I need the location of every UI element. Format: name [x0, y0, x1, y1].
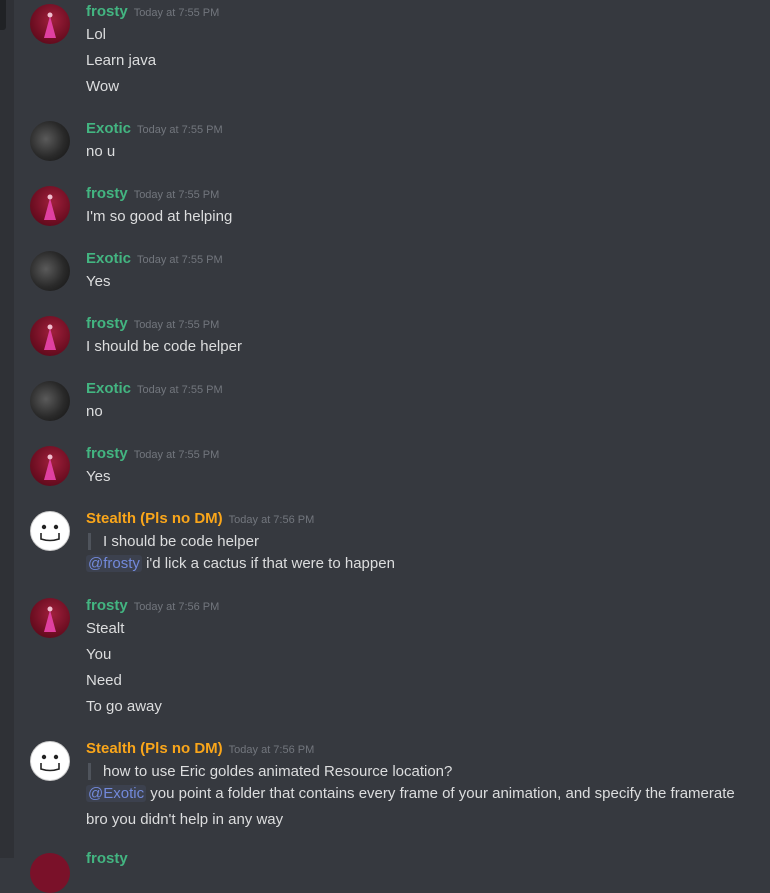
- message-text: @Exotic you point a folder that contains…: [86, 785, 735, 802]
- message-text: Learn java: [86, 52, 157, 69]
- message-list: frosty Today at 7:55 PM Lol Learn java Wo…: [14, 0, 770, 893]
- message-text: i'd lick a cactus if that were to happen: [146, 555, 395, 572]
- message-text: Stealt: [86, 620, 125, 637]
- username[interactable]: Exotic: [86, 250, 131, 267]
- message-text: Wow: [86, 78, 120, 95]
- username[interactable]: frosty: [86, 597, 128, 614]
- message-text: Yes: [86, 273, 111, 290]
- message-text: you point a folder that contains every f…: [150, 785, 735, 802]
- message-text: no: [86, 403, 103, 420]
- message-text: I should be code helper: [86, 338, 242, 355]
- avatar[interactable]: [30, 4, 70, 44]
- message-text: Yes: [86, 468, 111, 485]
- timestamp: Today at 7:56 PM: [228, 744, 315, 756]
- avatar[interactable]: [30, 186, 70, 226]
- avatar[interactable]: [30, 121, 70, 161]
- username[interactable]: frosty: [86, 850, 128, 867]
- avatar[interactable]: [30, 251, 70, 291]
- avatar[interactable]: [30, 316, 70, 356]
- message-text: no u: [86, 143, 116, 160]
- user-mention[interactable]: @Exotic: [86, 785, 147, 802]
- quote-block: I should be code helper: [88, 533, 259, 550]
- scrollbar-track[interactable]: [0, 0, 14, 858]
- timestamp: Today at 7:55 PM: [133, 449, 220, 461]
- username[interactable]: Stealth (Pls no DM): [86, 740, 223, 757]
- username[interactable]: frosty: [86, 445, 128, 462]
- message-text: Lol: [86, 26, 107, 43]
- username[interactable]: Stealth (Pls no DM): [86, 510, 223, 527]
- avatar[interactable]: [30, 446, 70, 486]
- timestamp: Today at 7:55 PM: [137, 124, 223, 136]
- message-text: bro you didn't help in any way: [86, 811, 284, 828]
- username[interactable]: Exotic: [86, 120, 131, 137]
- message-text: Need: [86, 672, 122, 689]
- avatar[interactable]: [30, 381, 70, 421]
- username[interactable]: frosty: [86, 315, 128, 332]
- message-text: @frosty i'd lick a cactus if that were t…: [86, 555, 395, 572]
- avatar[interactable]: [30, 598, 70, 638]
- user-mention[interactable]: @frosty: [86, 555, 142, 572]
- timestamp: Today at 7:55 PM: [133, 319, 220, 331]
- timestamp: Today at 7:55 PM: [137, 254, 223, 266]
- message-text: To go away: [86, 698, 162, 715]
- timestamp: Today at 7:56 PM: [228, 514, 315, 526]
- avatar[interactable]: [30, 853, 70, 893]
- message-text: I'm so good at helping: [86, 208, 233, 225]
- username[interactable]: frosty: [86, 3, 128, 20]
- timestamp: Today at 7:55 PM: [133, 7, 220, 19]
- username[interactable]: frosty: [86, 185, 128, 202]
- timestamp: Today at 7:55 PM: [137, 384, 223, 396]
- username[interactable]: Exotic: [86, 380, 131, 397]
- quote-block: how to use Eric goldes animated Resource…: [88, 763, 452, 780]
- message-text: You: [86, 646, 112, 663]
- scrollbar-thumb[interactable]: [0, 0, 6, 30]
- timestamp: Today at 7:56 PM: [133, 601, 220, 613]
- avatar[interactable]: [30, 741, 70, 781]
- avatar[interactable]: [30, 511, 70, 551]
- timestamp: Today at 7:55 PM: [133, 189, 220, 201]
